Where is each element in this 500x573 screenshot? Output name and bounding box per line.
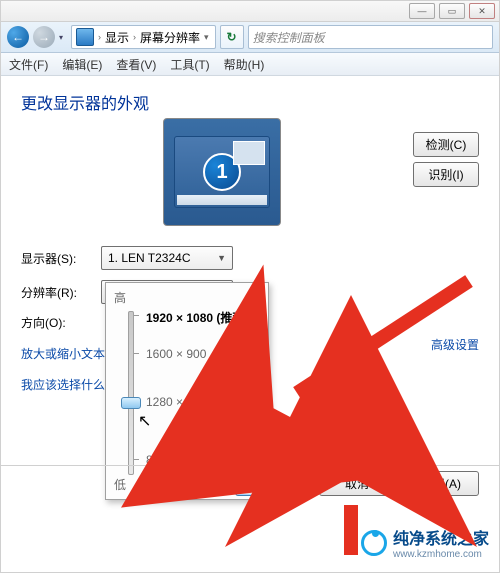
text-size-link[interactable]: 放大或缩小文本 <box>21 345 105 362</box>
display-preview[interactable]: 1 <box>163 118 281 226</box>
watermark-url: www.kzmhome.com <box>393 549 489 560</box>
maximize-button[interactable]: ▭ <box>439 3 465 19</box>
resolution-slider-thumb[interactable] <box>121 397 141 409</box>
close-icon: ✕ <box>478 6 486 17</box>
taskbar-preview-icon <box>177 195 267 205</box>
res-option-1600x900[interactable]: 1600 × 900 <box>146 347 206 361</box>
menu-view[interactable]: 查看(V) <box>116 56 156 73</box>
menu-file[interactable]: 文件(F) <box>9 56 48 73</box>
slider-high-label: 高 <box>114 289 260 306</box>
slider-tick <box>134 315 139 316</box>
display-select-value: 1. LEN T2324C <box>108 251 191 265</box>
forward-arrow-icon: → <box>38 30 50 44</box>
monitor-thumbnail[interactable]: 1 <box>174 136 270 208</box>
watermark-name: 纯净系统之家 <box>393 525 489 549</box>
mouse-cursor-icon: ↖ <box>138 411 151 431</box>
page-title: 更改显示器的外观 <box>21 90 479 114</box>
res-option-1920x1080[interactable]: 1920 × 1080 (推荐) <box>146 309 248 326</box>
nav-forward-button[interactable]: → <box>33 26 55 48</box>
watermark-logo-icon <box>361 530 387 556</box>
cancel-button[interactable]: 取消 <box>319 471 395 496</box>
res-option-1280x1024[interactable]: 1280 × 1024 <box>146 395 213 409</box>
chevron-right-icon: › <box>96 32 103 42</box>
breadcrumb-display[interactable]: 显示 <box>105 29 129 46</box>
refresh-button[interactable]: ↻ <box>220 25 244 49</box>
which-settings-link[interactable]: 我应该选择什么 <box>21 376 105 393</box>
display-label: 显示器(S): <box>21 250 91 267</box>
refresh-icon: ↻ <box>227 30 237 44</box>
slider-tick <box>134 353 139 354</box>
breadcrumb[interactable]: › 显示 › 屏幕分辨率 ▾ <box>71 25 216 49</box>
window-preview-icon <box>233 141 265 165</box>
orientation-label: 方向(O): <box>21 314 91 331</box>
chevron-right-icon: › <box>131 32 138 42</box>
search-placeholder: 搜索控制面板 <box>253 29 325 46</box>
menu-help[interactable]: 帮助(H) <box>224 56 265 73</box>
menu-edit[interactable]: 编辑(E) <box>62 56 102 73</box>
back-arrow-icon: ← <box>12 30 24 44</box>
identify-button[interactable]: 识别(I) <box>413 162 479 187</box>
chevron-down-icon: ▼ <box>217 253 226 263</box>
resolution-label: 分辨率(R): <box>21 284 91 301</box>
nav-back-button[interactable]: ← <box>7 26 29 48</box>
maximize-icon: ▭ <box>448 6 457 17</box>
apply-button[interactable]: 应用(A) <box>403 471 479 496</box>
minimize-icon: — <box>418 6 427 16</box>
breadcrumb-resolution[interactable]: 屏幕分辨率 <box>140 29 200 46</box>
minimize-button[interactable]: — <box>409 3 435 19</box>
close-button[interactable]: ✕ <box>469 3 495 19</box>
search-input[interactable]: 搜索控制面板 <box>248 25 493 49</box>
ok-button[interactable]: 确定 <box>235 471 311 496</box>
advanced-settings-link[interactable]: 高级设置 <box>431 336 479 353</box>
chevron-down-icon[interactable]: ▾ <box>202 32 211 43</box>
display-select[interactable]: 1. LEN T2324C ▼ <box>101 246 233 270</box>
detect-button[interactable]: 检测(C) <box>413 132 479 157</box>
nav-history-dropdown[interactable]: ▾ <box>59 33 67 42</box>
control-panel-icon <box>76 28 94 46</box>
resolution-slider-track[interactable] <box>128 311 134 475</box>
watermark: 纯净系统之家 www.kzmhome.com <box>361 525 489 560</box>
menu-tools[interactable]: 工具(T) <box>170 56 209 73</box>
slider-tick <box>134 459 139 460</box>
